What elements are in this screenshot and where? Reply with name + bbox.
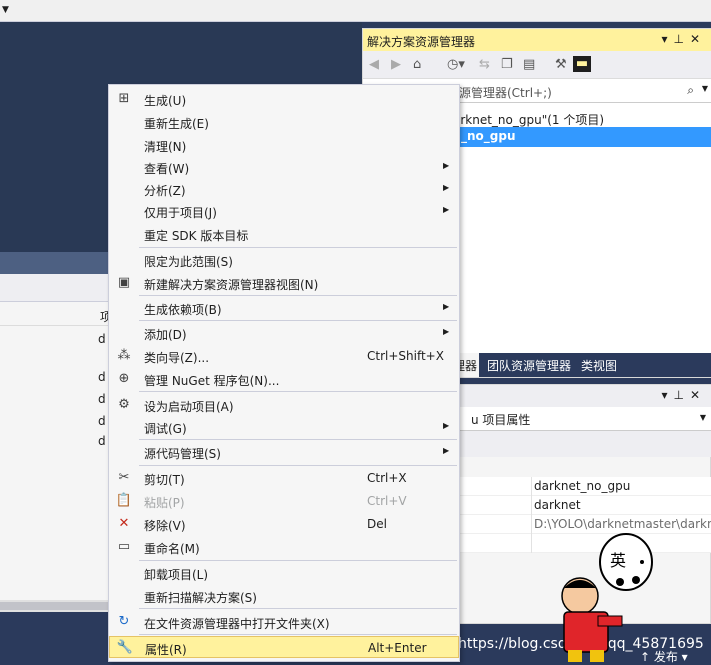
preview-icon[interactable]: ▬: [573, 56, 591, 72]
menu-separator: [139, 320, 457, 321]
submenu-arrow-icon: ▶: [443, 327, 450, 336]
history-icon[interactable]: ◷▾: [447, 57, 465, 72]
menu-item-add[interactable]: 添加(D) ▶: [109, 322, 459, 344]
scrollbar-thumb[interactable]: [0, 602, 110, 610]
sync-icon[interactable]: ⇆: [479, 57, 490, 72]
nuget-icon: ⊕: [118, 371, 130, 386]
home-icon[interactable]: ⌂: [413, 57, 421, 72]
menu-item-cut[interactable]: ✂ 剪切(T) Ctrl+X: [109, 467, 459, 489]
menu-item-new-explorer-view[interactable]: ▣ 新建解决方案资源管理器视图(N): [109, 272, 459, 294]
menu-item-remove[interactable]: ✕ 移除(V) Del: [109, 513, 459, 535]
menu-separator: [139, 391, 457, 392]
menu-item-set-startup[interactable]: ⚙ 设为启动项目(A): [109, 394, 459, 416]
pin-icon[interactable]: ⊥: [673, 388, 689, 402]
submenu-arrow-icon: ▶: [443, 205, 450, 214]
menu-item-class-wizard[interactable]: ⁂ 类向导(Z)... Ctrl+Shift+X: [109, 345, 459, 367]
menu-item-build-dependencies[interactable]: 生成依赖项(B) ▶: [109, 297, 459, 319]
menu-separator: [139, 247, 457, 248]
build-icon: ⊞: [118, 91, 130, 106]
new-view-icon: ▣: [117, 275, 131, 290]
chevron-down-icon[interactable]: ▼: [2, 5, 9, 15]
paste-icon: 📋: [115, 493, 133, 508]
menu-item-project-only[interactable]: 仅用于项目(J) ▶: [109, 200, 459, 222]
submenu-arrow-icon: ▶: [443, 302, 450, 311]
submenu-arrow-icon: ▶: [443, 421, 450, 430]
rename-icon: ▭: [117, 539, 131, 554]
search-icon[interactable]: ⌕: [687, 83, 694, 98]
back-icon[interactable]: ◀: [369, 57, 379, 72]
property-value[interactable]: darknet_no_gpu: [534, 479, 711, 493]
menu-separator: [139, 608, 457, 609]
left-panel-toolbar: [0, 274, 110, 302]
close-icon[interactable]: ✕: [690, 388, 706, 402]
menu-item-analyze[interactable]: 分析(Z) ▶: [109, 178, 459, 200]
menu-item-view[interactable]: 查看(W) ▶: [109, 156, 459, 178]
menu-item-rescan-solution[interactable]: 重新扫描解决方案(S): [109, 585, 459, 607]
refresh-arrow-icon: ↻: [118, 614, 130, 629]
list-item[interactable]: d: [98, 370, 106, 384]
close-icon[interactable]: ✕: [690, 32, 706, 46]
panel-title: 解决方案资源管理器: [367, 35, 476, 49]
left-panel: [0, 274, 110, 624]
property-value[interactable]: darknet: [534, 498, 711, 512]
sticker-text: 英: [610, 551, 626, 570]
list-item[interactable]: d: [98, 332, 106, 346]
tab-class-view[interactable]: 类视图: [581, 357, 617, 374]
list-item[interactable]: d: [98, 434, 106, 448]
solution-node[interactable]: arknet_no_gpu"(1 个项目): [453, 111, 604, 128]
submenu-arrow-icon: ▶: [443, 183, 450, 192]
menu-item-paste[interactable]: 📋 粘贴(P) Ctrl+V: [109, 490, 459, 512]
solution-explorer-toolbar: ◀ ▶ ⌂ ◷▾ ⇆ ❐ ▤ ⚒ ▬: [363, 51, 711, 79]
submenu-arrow-icon: ▶: [443, 161, 450, 170]
menu-item-clean[interactable]: 清理(N): [109, 134, 459, 156]
remove-icon: ✕: [118, 516, 130, 531]
collapse-icon[interactable]: ❐: [501, 57, 513, 72]
menu-item-source-control[interactable]: 源代码管理(S) ▶: [109, 441, 459, 463]
scissors-icon: ✂: [118, 470, 130, 485]
solution-explorer-titlebar: 解决方案资源管理器 ▾⊥✕: [363, 29, 711, 51]
menu-item-scope-to-this[interactable]: 限定为此范围(S): [109, 249, 459, 271]
menu-item-retarget-sdk[interactable]: 重定 SDK 版本目标: [109, 223, 459, 245]
forward-icon[interactable]: ▶: [391, 57, 401, 72]
context-menu: ⊞ 生成(U) 重新生成(E) 清理(N) 查看(W) ▶ 分析(Z) ▶ 仅用于项目…: [108, 84, 460, 662]
menu-item-open-in-explorer[interactable]: ↻ 在文件资源管理器中打开文件夹(X): [109, 611, 459, 633]
left-panel-titlebar: [0, 252, 110, 274]
pin-icon[interactable]: ⊥: [673, 32, 689, 46]
wrench-icon[interactable]: ⚒: [555, 57, 567, 72]
menu-item-build[interactable]: ⊞ 生成(U): [109, 88, 459, 110]
chevron-down-icon[interactable]: ▼: [702, 84, 708, 93]
class-wizard-icon: ⁂: [117, 348, 131, 363]
property-value[interactable]: D:\YOLO\darknetmaster\darkn: [534, 517, 711, 531]
menu-item-unload-project[interactable]: 卸载项目(L): [109, 562, 459, 584]
menu-item-properties[interactable]: 🔧 属性(R) Alt+Enter: [109, 636, 459, 658]
cartoon-sticker: 英: [561, 533, 653, 662]
menu-separator: [139, 465, 457, 466]
menu-separator: [139, 560, 457, 561]
dropdown-icon[interactable]: ▾: [661, 388, 673, 402]
bottom-area: [0, 612, 110, 664]
menu-item-rename[interactable]: ▭ 重命名(M): [109, 536, 459, 558]
tab-team-explorer[interactable]: 团队资源管理器: [487, 357, 571, 374]
top-strip: ▼: [0, 0, 711, 22]
show-all-icon[interactable]: ▤: [523, 57, 535, 72]
object-label: u 项目属性: [471, 413, 531, 427]
menu-item-manage-nuget[interactable]: ⊕ 管理 NuGet 程序包(N)...: [109, 368, 459, 390]
menu-item-debug[interactable]: 调试(G) ▶: [109, 416, 459, 438]
submenu-arrow-icon: ▶: [443, 446, 450, 455]
gear-icon: ⚙: [118, 397, 130, 412]
list-item[interactable]: d: [98, 414, 106, 428]
menu-separator: [139, 295, 457, 296]
project-node[interactable]: _no_gpu: [459, 127, 711, 147]
search-input[interactable]: 源管理器(Ctrl+;): [459, 84, 552, 101]
horizontal-scrollbar[interactable]: [0, 600, 110, 612]
left-panel-column-header: 项: [0, 302, 112, 326]
menu-item-rebuild[interactable]: 重新生成(E): [109, 111, 459, 133]
chevron-down-icon[interactable]: ▼: [700, 413, 706, 422]
dropdown-icon[interactable]: ▾: [661, 32, 673, 46]
list-item[interactable]: d: [98, 392, 106, 406]
wrench-icon: 🔧: [116, 640, 134, 655]
menu-separator: [139, 634, 457, 635]
menu-separator: [139, 439, 457, 440]
